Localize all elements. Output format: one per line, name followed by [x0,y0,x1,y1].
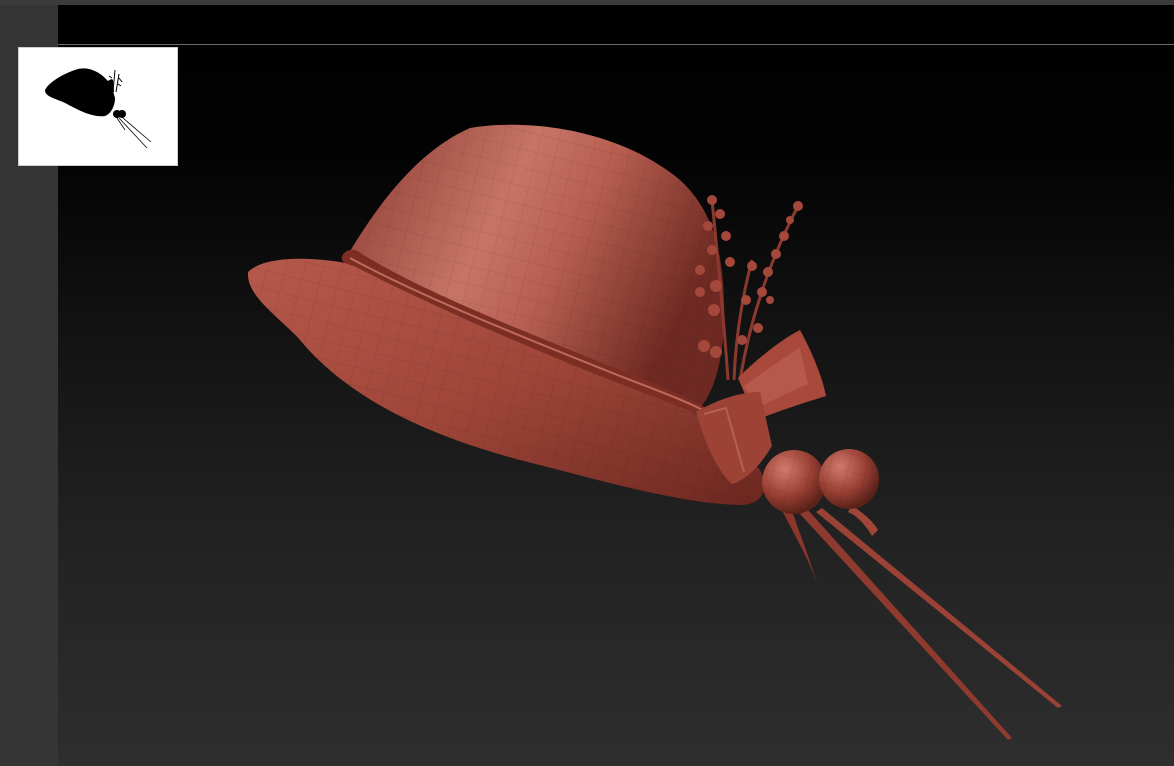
navigator-thumbnail[interactable] [18,47,178,166]
3d-viewport[interactable] [58,5,1174,766]
viewport-top-bar [58,5,1174,45]
hat-silhouette-icon [45,68,152,149]
